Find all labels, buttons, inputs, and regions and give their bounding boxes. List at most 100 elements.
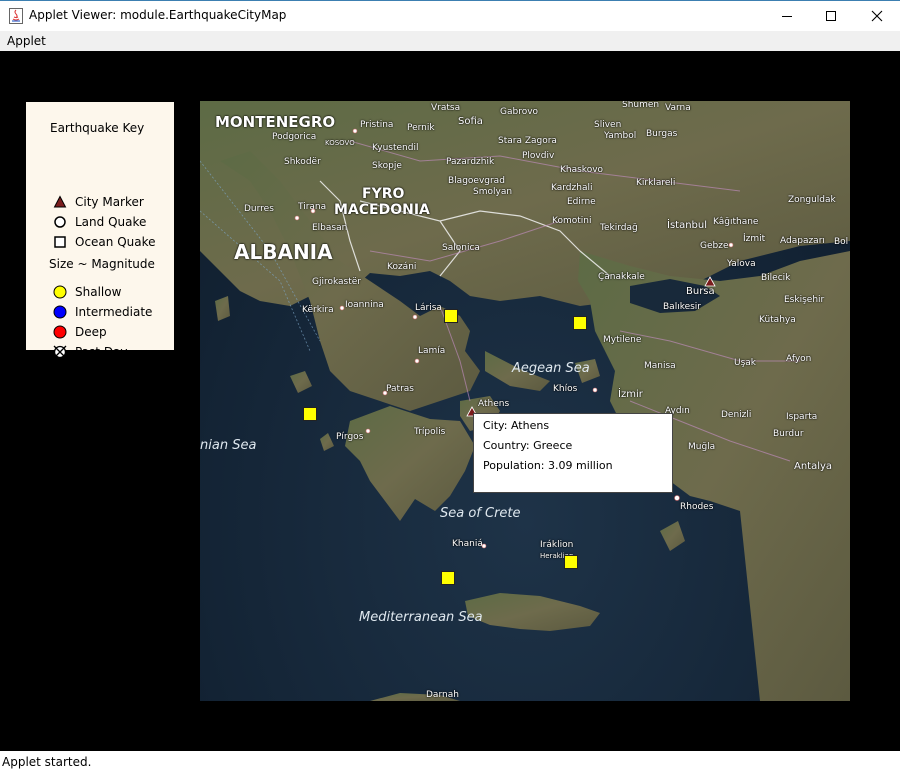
place-label: Pristina — [360, 120, 394, 130]
close-icon — [871, 10, 883, 22]
place-label: Mytilene — [603, 335, 642, 345]
place-label: Darnah — [426, 690, 459, 700]
place-label: Balıkesir — [663, 302, 702, 312]
key-land-quake: Land Quake — [52, 213, 146, 231]
place-label: Durres — [244, 204, 274, 214]
place-label: Yalova — [727, 259, 756, 269]
earthquake-key: Earthquake Key City Marker Land Quake Oc… — [26, 102, 174, 359]
country-label: FYRO — [362, 186, 405, 202]
place-label: Varna — [665, 103, 691, 113]
place-label: Gebze — [700, 241, 729, 251]
place-label: Antalya — [794, 461, 833, 472]
place-label: Bol — [834, 237, 849, 247]
map-landmass — [200, 101, 850, 701]
land-quake-icon — [54, 216, 66, 228]
place-label: Bilecik — [761, 273, 791, 283]
place-label: Kërkira — [302, 305, 334, 315]
sea-label: Sea of Crete — [440, 506, 521, 521]
key-deep: Deep — [52, 323, 107, 341]
menu-applet[interactable]: Applet — [7, 34, 46, 48]
status-bar: Applet started. — [0, 751, 900, 772]
place-label: Isparta — [786, 412, 818, 422]
place-label: Iráklion — [540, 540, 574, 550]
place-label: Edirne — [567, 197, 596, 207]
place-label: Kyustendil — [372, 143, 419, 153]
shallow-circle-icon — [53, 285, 67, 299]
place-label: Kardzhali — [551, 183, 593, 193]
place-label: Gabrovo — [500, 107, 539, 117]
menu-bar: Applet — [0, 31, 900, 51]
place-label: Kirklareli — [636, 178, 676, 188]
place-label: Ioannina — [345, 300, 384, 310]
ocean-quake-marker[interactable] — [444, 309, 458, 323]
place-label: Stara Zagora — [498, 136, 557, 146]
place-label: Plovdiv — [522, 151, 555, 161]
minimize-icon — [782, 16, 792, 17]
country-label: ALBANIA — [234, 240, 333, 264]
place-label: Trípolis — [414, 427, 446, 437]
place-label: Patras — [386, 384, 414, 394]
past-day-icon — [53, 345, 67, 359]
tooltip-population: Population: 3.09 million — [483, 459, 613, 472]
sea-label: nian Sea — [200, 438, 257, 453]
place-label: Shumen — [622, 101, 660, 110]
ocean-quake-icon — [54, 236, 66, 248]
ocean-quake-marker[interactable] — [564, 555, 578, 569]
intermediate-circle-icon — [53, 305, 67, 319]
place-label: Pírgos — [336, 432, 364, 442]
place-label: Denizli — [721, 410, 752, 420]
ocean-quake-marker[interactable] — [303, 407, 317, 421]
place-label: Eskişehir — [784, 295, 825, 305]
place-label: Manisa — [644, 361, 676, 371]
place-label: Burdur — [773, 429, 804, 439]
place-label: Lamía — [418, 346, 446, 356]
sea-label: Mediterranean Sea — [359, 610, 483, 625]
place-label: Athens — [478, 399, 510, 409]
place-label: Elbasan — [312, 223, 348, 233]
place-label: Lárisa — [415, 303, 442, 313]
key-city-marker: City Marker — [52, 193, 144, 211]
place-label: Burgas — [646, 129, 678, 139]
place-label: Zonguldak — [788, 195, 836, 205]
place-label: İzmir — [618, 389, 643, 400]
satellite-map[interactable]: MONTENEGRO FYRO MACEDONIA ALBANIA Aegean… — [200, 101, 850, 701]
place-label: Sliven — [594, 120, 622, 130]
applet-canvas: Earthquake Key City Marker Land Quake Oc… — [0, 51, 900, 751]
place-label: Khaniá — [452, 539, 483, 549]
place-label: Kâğıthane — [713, 217, 759, 227]
deep-circle-icon — [53, 325, 67, 339]
place-label: Blagoevgrad — [448, 176, 505, 186]
ocean-quake-marker[interactable] — [573, 316, 587, 330]
tooltip-city: City: Athens — [483, 419, 550, 432]
place-label: Salonica — [442, 243, 480, 253]
place-label: Komotini — [552, 216, 592, 226]
maximize-icon — [826, 11, 836, 21]
place-label: Vratsa — [431, 103, 461, 113]
java-icon — [9, 8, 23, 24]
place-label: Bursa — [686, 286, 715, 297]
place-label: Tekirdağ — [600, 223, 638, 233]
minimize-button[interactable] — [764, 1, 810, 31]
place-label: İstanbul — [667, 220, 708, 231]
place-label: Shkodër — [284, 157, 321, 167]
close-button[interactable] — [854, 1, 900, 31]
place-label: Uşak — [734, 358, 757, 368]
place-label: Çanakkale — [598, 272, 645, 282]
maximize-button[interactable] — [808, 1, 854, 31]
city-marker-icon — [53, 195, 67, 208]
place-label: Tirana — [298, 202, 327, 212]
country-label: MONTENEGRO — [215, 113, 336, 131]
key-shallow: Shallow — [52, 283, 121, 301]
ocean-quake-marker[interactable] — [441, 571, 455, 585]
place-label: Pernik — [407, 123, 435, 133]
place-label: Smolyan — [473, 187, 513, 197]
place-label: Khíos — [553, 384, 578, 394]
city-tooltip: City: Athens Country: Greece Population:… — [473, 413, 673, 493]
place-label: Skopje — [372, 161, 402, 171]
place-label: Adapazarı — [780, 236, 825, 246]
key-ocean-quake: Ocean Quake — [52, 233, 156, 251]
place-label: Khaskovo — [560, 165, 604, 175]
key-title: Earthquake Key — [50, 121, 145, 135]
tooltip-country: Country: Greece — [483, 439, 573, 452]
key-intermediate: Intermediate — [52, 303, 152, 321]
